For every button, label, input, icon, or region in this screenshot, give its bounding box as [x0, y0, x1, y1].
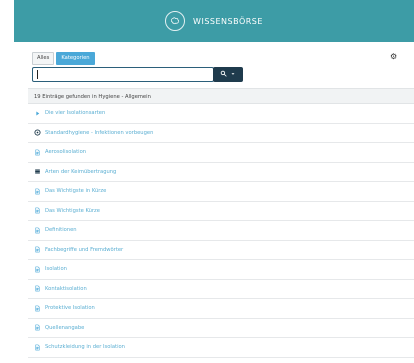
list-item[interactable]: Quellenangabe	[28, 319, 414, 338]
search-button[interactable]	[213, 67, 243, 82]
dropdown-caret-icon	[230, 71, 236, 79]
brand[interactable]: WISSENSBÖRSE	[165, 11, 263, 31]
list-item-label: Aerosolisolation	[45, 149, 87, 156]
caret-right-icon	[34, 110, 41, 117]
tab-all[interactable]: Alles	[32, 52, 55, 65]
list-item[interactable]: Fachbegriffe und Fremdwörter	[28, 241, 414, 260]
list-item-label: Standardhygiene - Infektionen vorbeugen	[45, 129, 154, 136]
list-item[interactable]: Aerosolisolation	[28, 143, 414, 163]
list-item-label: Arten der Keimübertragung	[45, 168, 117, 175]
list-item-label: Definitionen	[45, 227, 77, 234]
document-icon	[34, 266, 41, 273]
document-icon	[34, 285, 41, 292]
list-item[interactable]: Isolation	[28, 260, 414, 280]
list-item-label: Isolation	[45, 266, 67, 273]
document-icon	[34, 246, 41, 253]
app-header: WISSENSBÖRSE	[14, 0, 414, 42]
tab-categories[interactable]: Kategorien	[56, 52, 95, 65]
document-icon	[34, 188, 41, 195]
brain-icon	[165, 11, 186, 31]
gear-icon[interactable]: ⚙	[390, 52, 400, 62]
list-item-label: Schutzkleidung in der Isolation	[45, 344, 125, 351]
list-item-label: Das Wichtigste in Kürze	[45, 188, 107, 195]
list-item[interactable]: Arten der Keimübertragung	[28, 163, 414, 182]
list-item[interactable]: Die vier Isolationsarten	[28, 104, 414, 124]
list-item-label: Die vier Isolationsarten	[45, 110, 106, 117]
app-page: WISSENSBÖRSE Alles Kategorien ⚙ 19 Eintr…	[0, 0, 414, 363]
search-icon	[220, 70, 227, 79]
list-item-label: Quellenangabe	[45, 324, 85, 331]
view-toggle: Alles Kategorien	[32, 52, 95, 65]
app-title: WISSENSBÖRSE	[193, 16, 263, 26]
list-item[interactable]: Schutzkleidung in der Isolation	[28, 338, 414, 358]
list-item-label: Fachbegriffe und Fremdwörter	[45, 246, 124, 253]
document-icon	[34, 227, 41, 234]
target-icon	[34, 129, 41, 136]
results-summary: 19 Einträge gefunden in Hygiene - Allgem…	[28, 88, 414, 104]
search-input[interactable]	[32, 67, 214, 82]
list-item-label: Das Wichtigste Kürze	[45, 207, 100, 214]
document-icon	[34, 305, 41, 312]
list-item[interactable]: Standardhygiene - Infektionen vorbeugen	[28, 124, 414, 143]
list-item[interactable]: Kontaktisolation	[28, 280, 414, 299]
results-list: Die vier Isolationsarten Standardhygiene…	[28, 104, 414, 358]
list-item-label: Kontaktisolation	[45, 285, 87, 292]
list-item[interactable]: Das Wichtigste in Kürze	[28, 182, 414, 202]
list-item[interactable]: Das Wichtigste Kürze	[28, 202, 414, 221]
document-icon	[34, 149, 41, 156]
stack-icon	[34, 168, 41, 175]
document-icon	[34, 344, 41, 351]
list-item[interactable]: Protektive Isolation	[28, 299, 414, 319]
list-item[interactable]: Definitionen	[28, 221, 414, 241]
document-icon	[34, 207, 41, 214]
text-caret	[37, 70, 38, 79]
document-icon	[34, 324, 41, 331]
list-item-label: Protektive Isolation	[45, 305, 95, 312]
